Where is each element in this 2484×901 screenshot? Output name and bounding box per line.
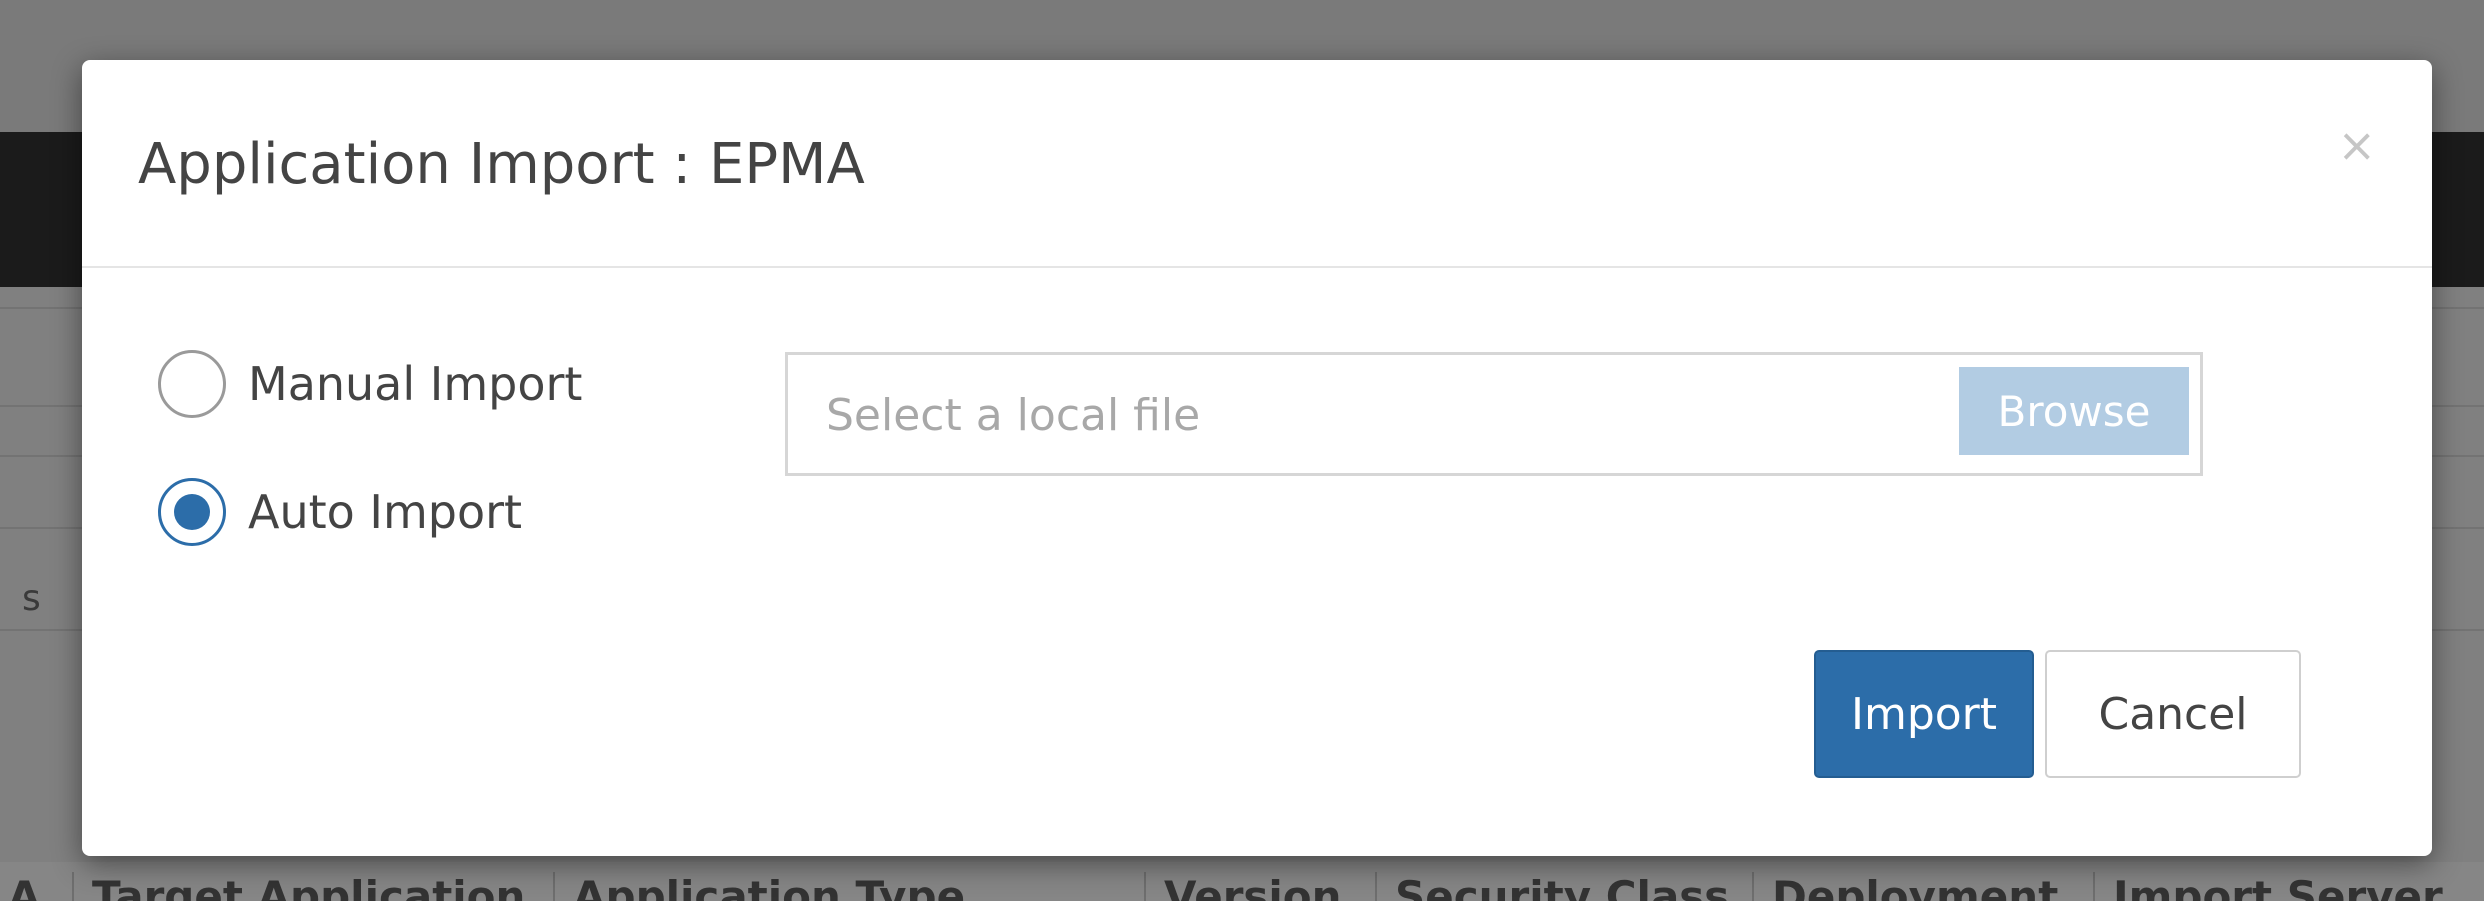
import-button[interactable]: Import [1814, 650, 2034, 778]
background-table-header: A Target Application Application Type Ve… [0, 862, 2484, 901]
auto-import-option[interactable]: Auto Import [158, 478, 522, 546]
application-import-dialog: Application Import : EPMA × Manual Impor… [82, 60, 2432, 856]
local-file-input[interactable] [826, 385, 1826, 445]
auto-import-radio[interactable] [158, 478, 226, 546]
table-column-header: Target Application [72, 872, 525, 901]
manual-import-label: Manual Import [248, 357, 583, 411]
manual-import-option[interactable]: Manual Import [158, 350, 582, 418]
table-column-header: Application Type [553, 872, 965, 901]
table-column-header: Deployment [1752, 872, 2058, 901]
dialog-title: Application Import : EPMA [138, 132, 865, 197]
background-status-text: s [22, 578, 41, 619]
browse-button[interactable]: Browse [1959, 367, 2189, 455]
manual-import-radio[interactable] [158, 350, 226, 418]
radio-selected-dot [174, 494, 210, 530]
cancel-button[interactable]: Cancel [2045, 650, 2301, 778]
table-column-header: Version [1144, 872, 1342, 901]
auto-import-label: Auto Import [248, 485, 523, 539]
table-column-header: Security Class [1375, 872, 1729, 901]
table-column-header: Import Server [2093, 872, 2443, 901]
dialog-header: Application Import : EPMA × [82, 60, 2432, 268]
close-icon[interactable]: × [2337, 122, 2376, 168]
table-column-header: A [8, 872, 41, 901]
file-picker: Browse [785, 352, 2203, 476]
